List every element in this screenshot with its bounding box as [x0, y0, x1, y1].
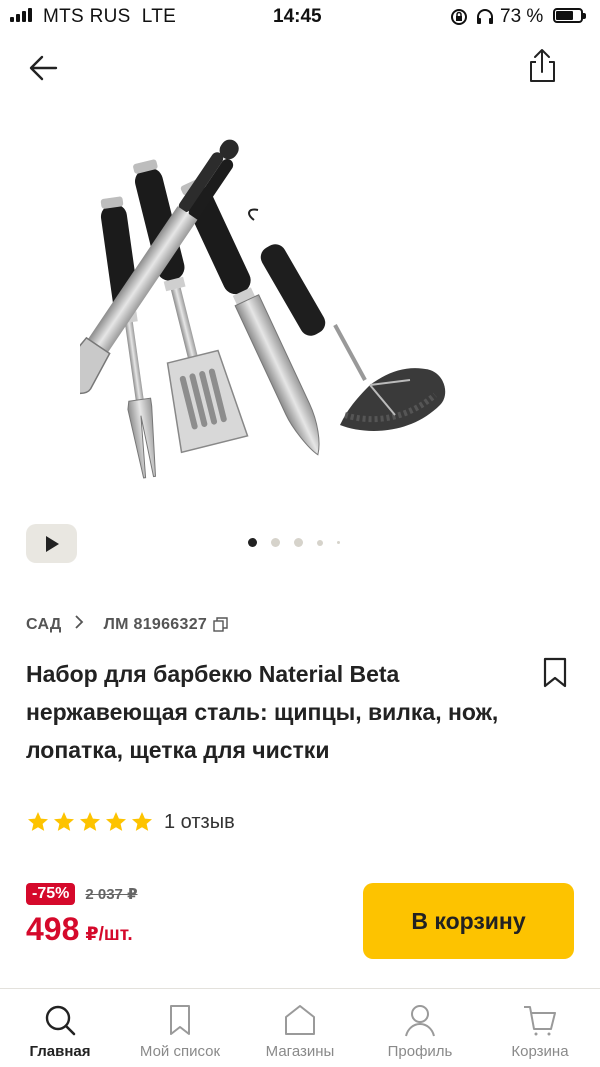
- play-video-button[interactable]: [26, 524, 77, 563]
- price-unit: ₽/шт.: [85, 924, 133, 945]
- bookmark-icon: [543, 657, 567, 688]
- bbq-tool-set-image: [59, 139, 446, 479]
- rating: 1 отзыв: [26, 810, 235, 834]
- tab-label: Мой список: [139, 1043, 221, 1060]
- battery-icon: [553, 8, 586, 23]
- rating-stars: [26, 810, 154, 834]
- tab-label: Корзина: [511, 1043, 569, 1060]
- current-price: 498: [26, 911, 80, 947]
- gallery-dot[interactable]: [271, 538, 280, 547]
- star-icon: [132, 812, 152, 831]
- share-button[interactable]: [520, 44, 564, 88]
- product-image[interactable]: [59, 130, 520, 500]
- gallery-dot[interactable]: [248, 538, 257, 547]
- tab-label: Профиль: [387, 1043, 453, 1060]
- article-number[interactable]: ЛМ 81966327: [104, 616, 229, 634]
- cart-icon: [524, 1006, 556, 1036]
- signal-icon: [10, 8, 32, 22]
- star-icon: [80, 812, 100, 831]
- clock: 14:45: [273, 6, 322, 27]
- star-icon: [28, 812, 48, 831]
- bottom-tab-bar: Главная Мой список Магазины Профиль Корз…: [0, 988, 600, 1067]
- tab-label: Магазины: [265, 1043, 335, 1060]
- tab-stores[interactable]: Магазины: [240, 989, 360, 1067]
- tab-my-list[interactable]: Мой список: [120, 989, 240, 1067]
- article-number-text: ЛМ 81966327: [103, 615, 208, 633]
- status-bar: MTS RUS LTE 14:45 73 %: [0, 0, 600, 34]
- tab-label: Главная: [29, 1043, 91, 1060]
- breadcrumb: САД ЛМ 81966327: [26, 615, 228, 634]
- tab-cart[interactable]: Корзина: [480, 989, 600, 1067]
- battery-percent: 73 %: [500, 6, 544, 27]
- chevron-right-icon: [74, 615, 84, 634]
- star-icon: [54, 812, 74, 831]
- user-icon: [405, 1005, 435, 1037]
- tab-home[interactable]: Главная: [0, 989, 120, 1067]
- gallery-dot[interactable]: [294, 538, 303, 547]
- headphones-icon: [476, 8, 494, 32]
- arrow-left-icon: [29, 55, 58, 81]
- add-to-list-button[interactable]: [540, 654, 570, 692]
- gallery-dot[interactable]: [317, 539, 323, 546]
- gallery-dot[interactable]: [337, 541, 340, 544]
- old-price: 2 037 ₽: [85, 886, 138, 903]
- discount-badge: -75%: [26, 883, 76, 905]
- price-block: -75% 2 037 ₽ 498 ₽/шт.: [26, 883, 138, 948]
- tab-profile[interactable]: Профиль: [360, 989, 480, 1067]
- carrier-label: MTS RUS LTE: [43, 6, 177, 27]
- copy-icon[interactable]: [213, 617, 228, 632]
- star-icon: [106, 812, 126, 831]
- rotation-lock-icon: [450, 8, 468, 32]
- gallery-pagination[interactable]: [248, 538, 340, 547]
- back-button[interactable]: [22, 48, 68, 88]
- reviews-link[interactable]: 1 отзыв: [164, 811, 235, 834]
- breadcrumb-category[interactable]: САД: [26, 616, 62, 634]
- add-to-cart-button[interactable]: В корзину: [363, 883, 574, 959]
- store-icon: [285, 1005, 315, 1035]
- share-icon: [530, 49, 555, 82]
- play-icon: [45, 535, 59, 552]
- product-title: Набор для барбекю Naterial Beta нержавею…: [26, 661, 499, 763]
- search-icon: [45, 1005, 76, 1036]
- bookmark-icon: [170, 1005, 190, 1035]
